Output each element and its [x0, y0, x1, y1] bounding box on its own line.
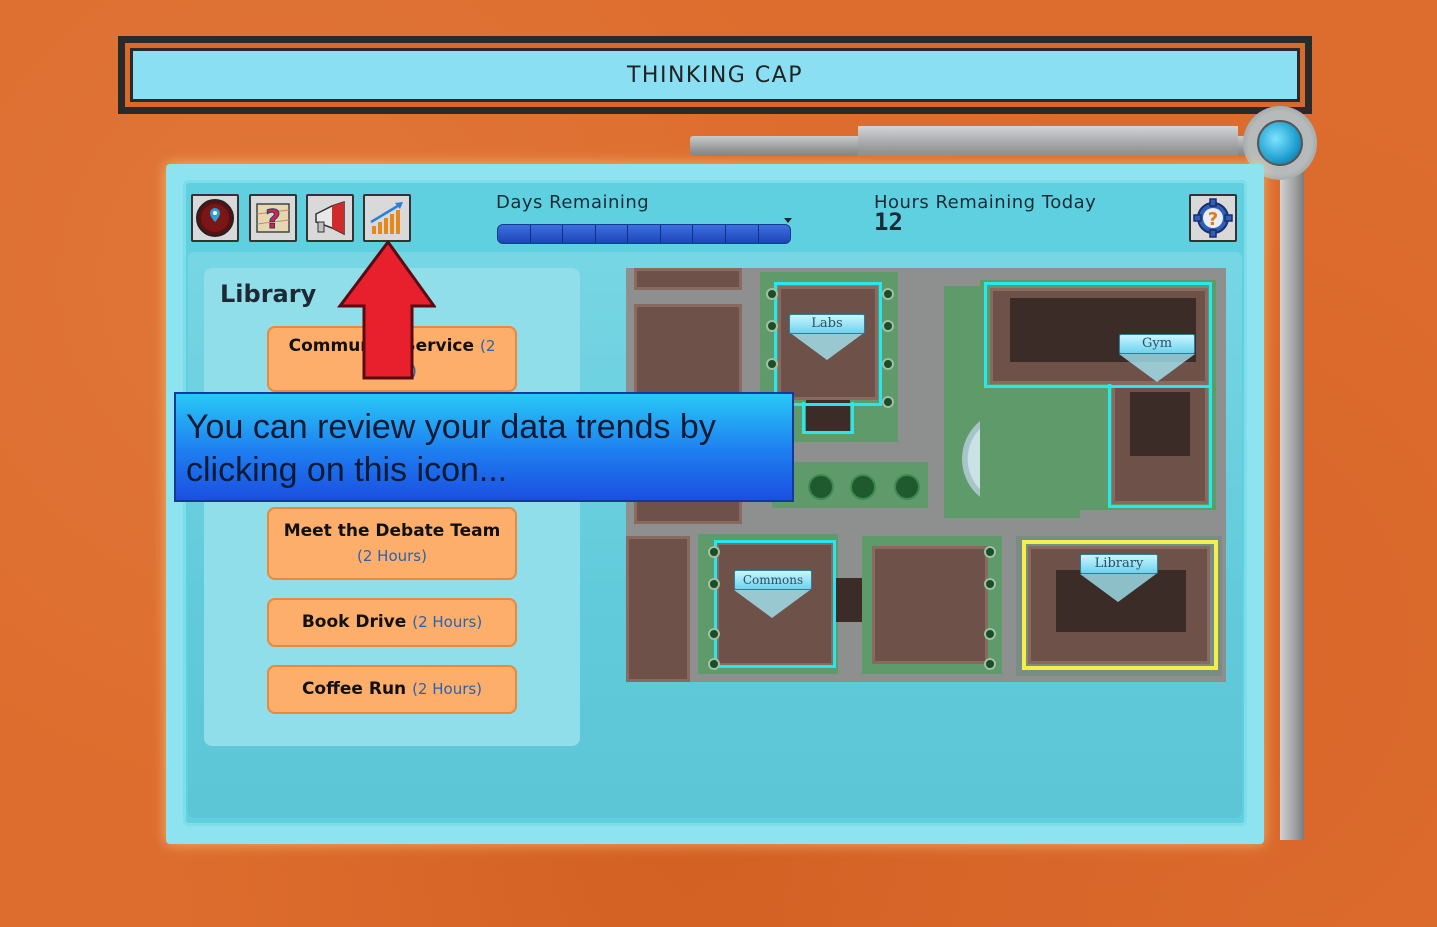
labs-tag[interactable]: Labs [789, 314, 865, 334]
location-title: Library [220, 280, 317, 308]
gym-highlight-wing [1108, 384, 1212, 508]
map-pin-button[interactable] [191, 194, 239, 242]
help-map-button[interactable]: ? [249, 194, 297, 242]
map-pin-icon [196, 199, 234, 237]
building [634, 268, 742, 290]
hours-remaining-label: Hours Remaining Today [874, 192, 1097, 213]
settings-help-button[interactable]: ? [1189, 194, 1237, 242]
activity-hours: (2 Hours) [412, 613, 483, 631]
knob-light [1257, 120, 1303, 166]
activity-button[interactable]: Coffee Run (2 Hours) [267, 665, 517, 714]
days-marker-icon [784, 218, 792, 223]
activity-button[interactable]: Meet the Debate Team (2 Hours) [267, 507, 517, 580]
activity-button[interactable]: Book Drive (2 Hours) [267, 598, 517, 647]
data-trends-button[interactable] [363, 194, 411, 242]
help-map-icon: ? [256, 203, 290, 236]
tutorial-arrow-icon [337, 240, 436, 380]
megaphone-icon [315, 200, 345, 236]
labs-highlight-annex [802, 402, 854, 434]
building [626, 536, 690, 682]
svg-text:?: ? [1208, 209, 1218, 230]
tutorial-tooltip: You can review your data trends by click… [174, 392, 794, 502]
pipe-horizontal-thick [858, 126, 1238, 156]
commons-tag[interactable]: Commons [734, 570, 812, 590]
data-trends-icon [370, 202, 403, 234]
gym-tag[interactable]: Gym [1119, 334, 1195, 354]
activity-name: Meet the Debate Team [283, 520, 501, 541]
megaphone-button[interactable] [306, 194, 354, 242]
building [872, 546, 988, 664]
hours-remaining-value: 12 [874, 208, 903, 236]
title-frame-inner: THINKING CAP [130, 48, 1300, 102]
library-tag[interactable]: Library [1080, 554, 1158, 574]
pipe-vertical [1280, 160, 1304, 840]
activity-hours: (2 Hours) [357, 546, 427, 565]
title-frame-border: THINKING CAP [125, 43, 1305, 107]
activity-hours: (2 Hours) [412, 680, 483, 698]
days-remaining-bar [497, 224, 791, 244]
svg-text:?: ? [265, 205, 280, 235]
days-remaining-label: Days Remaining [496, 192, 650, 213]
title-frame: THINKING CAP [118, 36, 1312, 114]
gear-help-icon: ? [1193, 198, 1233, 238]
activity-name: Book Drive [301, 612, 407, 632]
game-title: THINKING CAP [133, 51, 1297, 99]
activity-name: Coffee Run [301, 679, 407, 699]
